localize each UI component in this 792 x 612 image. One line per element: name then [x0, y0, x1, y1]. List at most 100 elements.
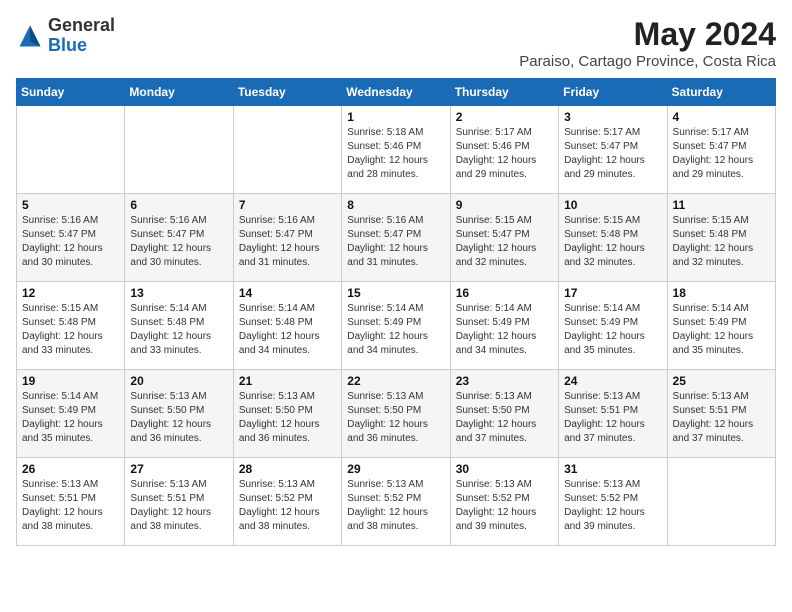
calendar-cell: 19 Sunrise: 5:14 AM Sunset: 5:49 PM Dayli…	[17, 370, 125, 458]
calendar-cell: 20 Sunrise: 5:13 AM Sunset: 5:50 PM Dayli…	[125, 370, 233, 458]
calendar-cell: 26Sunrise: 5:13 AM Sunset: 5:51 PM Dayli…	[17, 458, 125, 546]
calendar-cell: 2Sunrise: 5:17 AM Sunset: 5:46 PM Daylig…	[450, 106, 558, 194]
calendar-cell	[233, 106, 341, 194]
day-of-week-header: Tuesday	[233, 79, 341, 106]
calendar-cell: 3 Sunrise: 5:17 AM Sunset: 5:47 PM Daylig…	[559, 106, 667, 194]
calendar-week-row: 12Sunrise: 5:15 AM Sunset: 5:48 PM Dayli…	[17, 282, 776, 370]
calendar-week-row: 26Sunrise: 5:13 AM Sunset: 5:51 PM Dayli…	[17, 458, 776, 546]
calendar-cell: 28 Sunrise: 5:13 AM Sunset: 5:52 PM Dayli…	[233, 458, 341, 546]
day-info: Sunrise: 5:13 AM Sunset: 5:50 PM Dayligh…	[456, 390, 553, 446]
day-number: 7	[239, 198, 336, 212]
month-year-title: May 2024	[519, 16, 776, 53]
day-number: 19	[22, 374, 119, 388]
calendar-header-row: SundayMondayTuesdayWednesdayThursdayFrid…	[17, 79, 776, 106]
calendar-cell: 23 Sunrise: 5:13 AM Sunset: 5:50 PM Dayli…	[450, 370, 558, 458]
day-info: Sunrise: 5:16 AM Sunset: 5:47 PM Dayligh…	[130, 214, 227, 270]
calendar-cell: 8 Sunrise: 5:16 AM Sunset: 5:47 PM Daylig…	[342, 194, 450, 282]
day-info: Sunrise: 5:13 AM Sunset: 5:51 PM Dayligh…	[673, 390, 770, 446]
day-number: 3	[564, 110, 661, 124]
day-info: Sunrise: 5:15 AM Sunset: 5:48 PM Dayligh…	[564, 214, 661, 270]
day-number: 10	[564, 198, 661, 212]
calendar-cell: 1 Sunrise: 5:18 AM Sunset: 5:46 PM Daylig…	[342, 106, 450, 194]
calendar-cell: 16 Sunrise: 5:14 AM Sunset: 5:49 PM Dayli…	[450, 282, 558, 370]
day-number: 12	[22, 286, 119, 300]
calendar-cell: 17Sunrise: 5:14 AM Sunset: 5:49 PM Dayli…	[559, 282, 667, 370]
calendar-cell: 21Sunrise: 5:13 AM Sunset: 5:50 PM Dayli…	[233, 370, 341, 458]
day-info: Sunrise: 5:13 AM Sunset: 5:50 PM Dayligh…	[130, 390, 227, 446]
day-info: Sunrise: 5:18 AM Sunset: 5:46 PM Dayligh…	[347, 126, 444, 182]
calendar-cell: 18 Sunrise: 5:14 AM Sunset: 5:49 PM Dayli…	[667, 282, 775, 370]
calendar-cell: 31Sunrise: 5:13 AM Sunset: 5:52 PM Dayli…	[559, 458, 667, 546]
day-number: 16	[456, 286, 553, 300]
day-info: Sunrise: 5:15 AM Sunset: 5:48 PM Dayligh…	[673, 214, 770, 270]
day-of-week-header: Friday	[559, 79, 667, 106]
day-info: Sunrise: 5:14 AM Sunset: 5:49 PM Dayligh…	[347, 302, 444, 358]
logo-text: General Blue	[48, 16, 115, 56]
logo-icon	[16, 22, 44, 50]
day-number: 30	[456, 462, 553, 476]
calendar-cell: 27Sunrise: 5:13 AM Sunset: 5:51 PM Dayli…	[125, 458, 233, 546]
calendar-cell: 14 Sunrise: 5:14 AM Sunset: 5:48 PM Dayli…	[233, 282, 341, 370]
calendar-week-row: 1 Sunrise: 5:18 AM Sunset: 5:46 PM Daylig…	[17, 106, 776, 194]
day-number: 13	[130, 286, 227, 300]
day-info: Sunrise: 5:13 AM Sunset: 5:52 PM Dayligh…	[456, 478, 553, 534]
day-of-week-header: Monday	[125, 79, 233, 106]
calendar-cell: 15 Sunrise: 5:14 AM Sunset: 5:49 PM Dayli…	[342, 282, 450, 370]
day-number: 18	[673, 286, 770, 300]
day-info: Sunrise: 5:17 AM Sunset: 5:47 PM Dayligh…	[564, 126, 661, 182]
day-number: 28	[239, 462, 336, 476]
day-info: Sunrise: 5:14 AM Sunset: 5:49 PM Dayligh…	[673, 302, 770, 358]
day-number: 31	[564, 462, 661, 476]
day-number: 8	[347, 198, 444, 212]
day-info: Sunrise: 5:14 AM Sunset: 5:49 PM Dayligh…	[22, 390, 119, 446]
calendar-cell: 13 Sunrise: 5:14 AM Sunset: 5:48 PM Dayli…	[125, 282, 233, 370]
page-header: General Blue May 2024 Paraiso, Cartago P…	[16, 16, 776, 70]
day-info: Sunrise: 5:16 AM Sunset: 5:47 PM Dayligh…	[239, 214, 336, 270]
calendar-cell: 22 Sunrise: 5:13 AM Sunset: 5:50 PM Dayli…	[342, 370, 450, 458]
day-number: 9	[456, 198, 553, 212]
calendar-cell: 30 Sunrise: 5:13 AM Sunset: 5:52 PM Dayli…	[450, 458, 558, 546]
day-number: 4	[673, 110, 770, 124]
day-info: Sunrise: 5:13 AM Sunset: 5:52 PM Dayligh…	[347, 478, 444, 534]
calendar-cell	[17, 106, 125, 194]
day-info: Sunrise: 5:17 AM Sunset: 5:47 PM Dayligh…	[673, 126, 770, 182]
day-number: 5	[22, 198, 119, 212]
day-info: Sunrise: 5:14 AM Sunset: 5:49 PM Dayligh…	[456, 302, 553, 358]
calendar-cell	[125, 106, 233, 194]
calendar-cell: 11Sunrise: 5:15 AM Sunset: 5:48 PM Dayli…	[667, 194, 775, 282]
day-number: 21	[239, 374, 336, 388]
calendar-week-row: 19 Sunrise: 5:14 AM Sunset: 5:49 PM Dayli…	[17, 370, 776, 458]
day-number: 6	[130, 198, 227, 212]
day-of-week-header: Thursday	[450, 79, 558, 106]
day-number: 20	[130, 374, 227, 388]
day-number: 25	[673, 374, 770, 388]
day-number: 15	[347, 286, 444, 300]
calendar-cell: 9Sunrise: 5:15 AM Sunset: 5:47 PM Daylig…	[450, 194, 558, 282]
day-of-week-header: Wednesday	[342, 79, 450, 106]
day-info: Sunrise: 5:13 AM Sunset: 5:52 PM Dayligh…	[239, 478, 336, 534]
day-info: Sunrise: 5:14 AM Sunset: 5:48 PM Dayligh…	[130, 302, 227, 358]
calendar-cell	[667, 458, 775, 546]
day-number: 14	[239, 286, 336, 300]
day-info: Sunrise: 5:14 AM Sunset: 5:48 PM Dayligh…	[239, 302, 336, 358]
calendar-table: SundayMondayTuesdayWednesdayThursdayFrid…	[16, 78, 776, 546]
calendar-cell: 29 Sunrise: 5:13 AM Sunset: 5:52 PM Dayli…	[342, 458, 450, 546]
day-number: 2	[456, 110, 553, 124]
day-info: Sunrise: 5:13 AM Sunset: 5:51 PM Dayligh…	[130, 478, 227, 534]
calendar-cell: 24Sunrise: 5:13 AM Sunset: 5:51 PM Dayli…	[559, 370, 667, 458]
day-number: 1	[347, 110, 444, 124]
day-info: Sunrise: 5:14 AM Sunset: 5:49 PM Dayligh…	[564, 302, 661, 358]
day-number: 22	[347, 374, 444, 388]
day-info: Sunrise: 5:16 AM Sunset: 5:47 PM Dayligh…	[347, 214, 444, 270]
day-number: 23	[456, 374, 553, 388]
day-of-week-header: Saturday	[667, 79, 775, 106]
calendar-cell: 6 Sunrise: 5:16 AM Sunset: 5:47 PM Daylig…	[125, 194, 233, 282]
calendar-cell: 12Sunrise: 5:15 AM Sunset: 5:48 PM Dayli…	[17, 282, 125, 370]
day-number: 29	[347, 462, 444, 476]
day-info: Sunrise: 5:13 AM Sunset: 5:51 PM Dayligh…	[564, 390, 661, 446]
logo: General Blue	[16, 16, 115, 56]
day-info: Sunrise: 5:13 AM Sunset: 5:50 PM Dayligh…	[347, 390, 444, 446]
day-info: Sunrise: 5:13 AM Sunset: 5:51 PM Dayligh…	[22, 478, 119, 534]
logo-general: General	[48, 15, 115, 35]
day-of-week-header: Sunday	[17, 79, 125, 106]
